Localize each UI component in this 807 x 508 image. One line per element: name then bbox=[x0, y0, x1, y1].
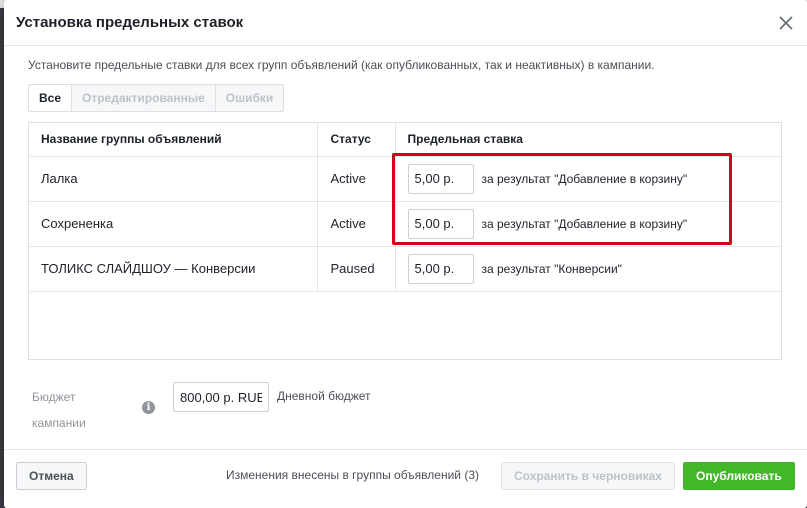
dialog-header: Установка предельных ставок bbox=[4, 0, 807, 46]
cancel-button[interactable]: Отмена bbox=[16, 462, 87, 490]
bid-cap-dialog: Установка предельных ставок Установите п… bbox=[4, 0, 807, 508]
bid-description: за результат "Конверсии" bbox=[481, 261, 622, 276]
budget-type: Дневной бюджет bbox=[277, 389, 371, 403]
ad-sets-table: Название группы объявлений Статус Предел… bbox=[28, 122, 782, 360]
bid-input[interactable] bbox=[407, 253, 474, 284]
ad-set-name: ТОЛИКС СЛАЙДШОУ — Конверсии bbox=[29, 246, 318, 292]
bid-input[interactable] bbox=[407, 163, 474, 194]
ad-set-name: Лалка bbox=[29, 156, 318, 202]
table-row: Лалка Active за результат "Добавление в … bbox=[29, 156, 781, 202]
dialog-title: Установка предельных ставок bbox=[16, 14, 244, 31]
header-bid: Предельная ставка bbox=[395, 123, 781, 157]
budget-label: Бюджет кампании bbox=[32, 390, 86, 430]
changes-status: Изменения внесены в группы объявлений (3… bbox=[226, 468, 479, 482]
table-row: Сохрененка Active за результат "Добавлен… bbox=[29, 201, 781, 247]
tab-errors[interactable]: Ошибки bbox=[216, 85, 284, 111]
filter-tabs: Все Отредактированные Ошибки bbox=[28, 84, 285, 112]
bid-input[interactable] bbox=[407, 208, 474, 239]
ad-set-name: Сохрененка bbox=[29, 201, 318, 247]
ad-set-status: Active bbox=[317, 201, 396, 247]
ad-set-status: Paused bbox=[317, 246, 396, 292]
tab-all[interactable]: Все bbox=[29, 85, 73, 111]
info-icon[interactable]: i bbox=[142, 401, 155, 414]
save-draft-button[interactable]: Сохранить в черновиках bbox=[501, 462, 675, 490]
dialog-footer: Отмена Изменения внесены в группы объявл… bbox=[4, 449, 807, 508]
publish-button[interactable]: Опубликовать bbox=[683, 462, 795, 490]
bid-description: за результат "Добавление в корзину" bbox=[481, 216, 688, 231]
bid-description: за результат "Добавление в корзину" bbox=[481, 171, 688, 186]
close-icon[interactable] bbox=[775, 12, 797, 34]
budget-input[interactable] bbox=[173, 382, 269, 412]
header-status: Статус bbox=[317, 123, 396, 157]
ad-set-status: Active bbox=[317, 156, 396, 202]
dialog-subtitle: Установите предельные ставки для всех гр… bbox=[28, 58, 655, 72]
header-name: Название группы объявлений bbox=[29, 123, 318, 157]
tab-edited[interactable]: Отредактированные bbox=[72, 85, 216, 111]
table-row: ТОЛИКС СЛАЙДШОУ — Конверсии Paused за ре… bbox=[29, 246, 781, 292]
table-header-row: Название группы объявлений Статус Предел… bbox=[29, 123, 781, 157]
